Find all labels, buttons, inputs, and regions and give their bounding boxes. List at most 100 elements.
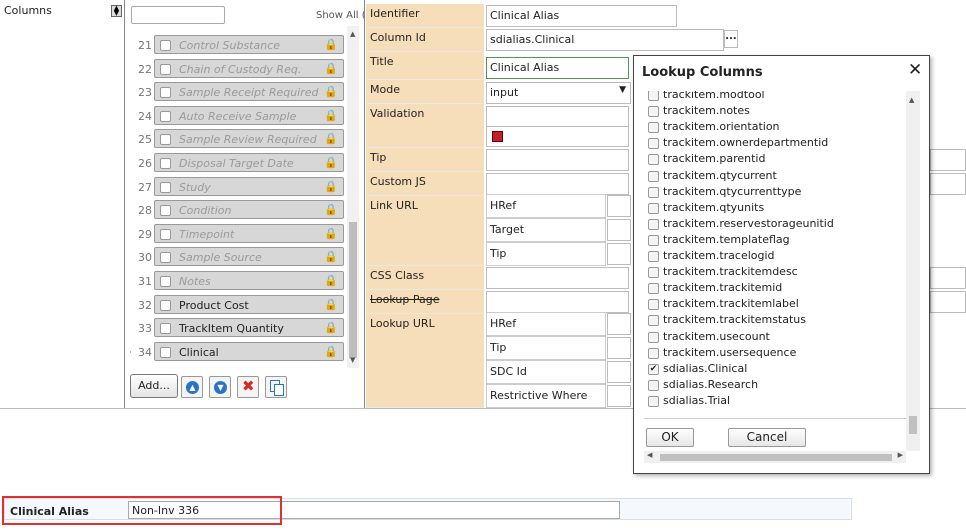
list-item-checkbox[interactable] [160, 158, 171, 169]
list-item[interactable]: 22 Chain of Custody Req. 🔒 [130, 58, 346, 81]
list-item-pill[interactable]: Sample Source 🔒 [154, 247, 344, 267]
scroll-right-icon[interactable]: ▶ [898, 451, 903, 459]
list-item-checkbox[interactable] [160, 87, 171, 99]
list-item-checkbox[interactable] [160, 134, 171, 146]
tip-field-ext[interactable] [930, 149, 966, 171]
list-item[interactable]: 25 Sample Review Required 🔒 [130, 128, 346, 151]
move-up-button[interactable]: ▲ [181, 376, 203, 398]
custom-js-field[interactable] [486, 173, 629, 195]
lookup-page-field-ext[interactable] [930, 291, 966, 313]
option-checkbox[interactable] [648, 170, 659, 182]
list-item-pill[interactable]: Study 🔒 [154, 176, 344, 196]
list-item-checkbox[interactable] [160, 323, 171, 335]
list-item-pill[interactable]: Chain of Custody Req. 🔒 [154, 58, 344, 78]
list-item-checkbox[interactable] [160, 252, 171, 264]
validation-field-2[interactable] [486, 126, 629, 147]
list-item-pill[interactable]: Sample Review Required 🔒 [154, 129, 344, 149]
lock-icon[interactable]: 🔒 [324, 298, 338, 311]
lookup-option[interactable]: trackitem.trackitemdesc [644, 265, 906, 281]
lookup-tip-field[interactable] [607, 337, 631, 359]
column-id-lookup-button[interactable]: ... [724, 30, 738, 48]
link-tip-field[interactable] [607, 243, 631, 265]
list-item-checkbox[interactable] [160, 228, 171, 240]
list-item[interactable]: 33 TrackItem Quantity 🔒 [130, 317, 346, 340]
lookup-option[interactable]: trackitem.usecount [644, 330, 906, 346]
option-checkbox[interactable] [648, 379, 659, 391]
delete-button[interactable]: ✖ [237, 376, 259, 398]
list-item[interactable]: 23 Sample Receipt Required 🔒 [130, 81, 346, 104]
lookup-option[interactable]: sdialias.Trial [644, 394, 906, 410]
option-checkbox[interactable] [648, 299, 659, 311]
ok-button[interactable]: OK [646, 428, 694, 447]
tip-field[interactable] [486, 149, 629, 171]
lock-icon[interactable]: 🔒 [324, 227, 338, 240]
list-item-checkbox[interactable] [160, 110, 171, 122]
option-checkbox[interactable] [648, 267, 659, 279]
add-column-button[interactable]: Add... [130, 374, 178, 398]
list-item[interactable]: 31 Notes 🔒 [130, 270, 346, 293]
scroll-thumb[interactable] [909, 416, 917, 434]
lock-icon[interactable]: 🔒 [324, 180, 338, 193]
list-item-pill[interactable]: Timepoint 🔒 [154, 223, 344, 243]
list-item-checkbox[interactable] [160, 205, 171, 217]
lookup-option[interactable]: trackitem.trackitemlabel [644, 297, 906, 313]
custom-js-field-ext[interactable] [930, 173, 966, 195]
list-item-checkbox[interactable] [160, 346, 171, 358]
option-checkbox[interactable] [648, 122, 659, 134]
lock-icon[interactable]: 🔒 [324, 203, 338, 216]
lookup-option[interactable]: trackitem.qtycurrent [644, 169, 906, 185]
list-item-pill[interactable]: TrackItem Quantity 🔒 [154, 318, 344, 338]
lookup-href-field[interactable] [607, 313, 631, 335]
column-id-field[interactable]: sdialias.Clinical [486, 29, 724, 51]
lock-icon[interactable]: 🔒 [324, 132, 338, 145]
column-list-scrollbar[interactable]: ▲ ▼ [347, 26, 359, 368]
list-item-pill[interactable]: Auto Receive Sample 🔒 [154, 105, 344, 125]
restrictive-where-field[interactable] [607, 385, 631, 407]
validation-icon[interactable] [492, 131, 503, 142]
identifier-field[interactable]: Clinical Alias [486, 5, 677, 27]
list-item-pill[interactable]: Sample Receipt Required 🔒 [154, 82, 344, 102]
mode-select[interactable]: input ▼ [486, 82, 631, 104]
lookup-option[interactable]: ✔ sdialias.Clinical [644, 362, 906, 378]
css-class-field-ext[interactable] [930, 267, 966, 289]
list-item-pill[interactable]: Disposal Target Date 🔒 [154, 153, 344, 172]
collapse-icon[interactable]: ▲ ▼ [111, 5, 122, 17]
lookup-option[interactable]: trackitem.templateflag [644, 233, 906, 249]
title-field[interactable]: Clinical Alias [486, 57, 629, 79]
list-item-checkbox[interactable] [160, 40, 171, 51]
option-checkbox[interactable] [648, 154, 659, 166]
lookup-option[interactable]: trackitem.qtyunits [644, 201, 906, 217]
option-checkbox[interactable] [648, 251, 659, 262]
dialog-vertical-scrollbar[interactable]: ▲ [906, 91, 920, 451]
list-item[interactable]: 21 Control Substance 🔒 [130, 34, 346, 57]
list-item-checkbox[interactable] [160, 63, 171, 75]
option-checkbox[interactable] [648, 91, 659, 101]
validation-field[interactable] [486, 106, 629, 127]
list-item-checkbox[interactable] [160, 181, 171, 193]
lock-icon[interactable]: 🔒 [324, 345, 338, 358]
list-item-checkbox[interactable] [160, 299, 171, 311]
sdc-id-field[interactable] [607, 361, 631, 383]
list-item-pill[interactable]: Clinical 🔒 [154, 341, 344, 361]
copy-button[interactable] [265, 376, 287, 398]
list-item-pill[interactable]: Notes 🔒 [154, 271, 344, 290]
link-href-field[interactable] [607, 195, 631, 217]
css-class-field[interactable] [486, 267, 629, 289]
link-target-field[interactable] [607, 219, 631, 241]
lock-icon[interactable]: 🔒 [324, 109, 338, 122]
list-item[interactable]: 34 Clinical 🔒 [130, 341, 346, 364]
lookup-option[interactable]: trackitem.parentid [644, 152, 906, 168]
lookup-option[interactable]: trackitem.notes [644, 104, 906, 120]
list-item[interactable]: 26 Disposal Target Date 🔒 [130, 152, 346, 175]
dialog-horizontal-scrollbar[interactable]: ◀ ▶ [644, 451, 906, 463]
list-item-pill[interactable]: Condition 🔒 [154, 200, 344, 220]
lock-icon[interactable]: 🔒 [324, 85, 338, 98]
option-checkbox[interactable] [648, 202, 659, 214]
move-down-button[interactable]: ▼ [209, 376, 231, 398]
option-checkbox[interactable] [648, 315, 659, 327]
list-item[interactable]: 32 Product Cost 🔒 [130, 294, 346, 317]
lookup-option[interactable]: trackitem.tracelogid [644, 249, 906, 265]
option-checkbox[interactable] [648, 106, 659, 118]
option-checkbox[interactable] [648, 186, 659, 198]
option-checkbox[interactable] [648, 347, 659, 359]
